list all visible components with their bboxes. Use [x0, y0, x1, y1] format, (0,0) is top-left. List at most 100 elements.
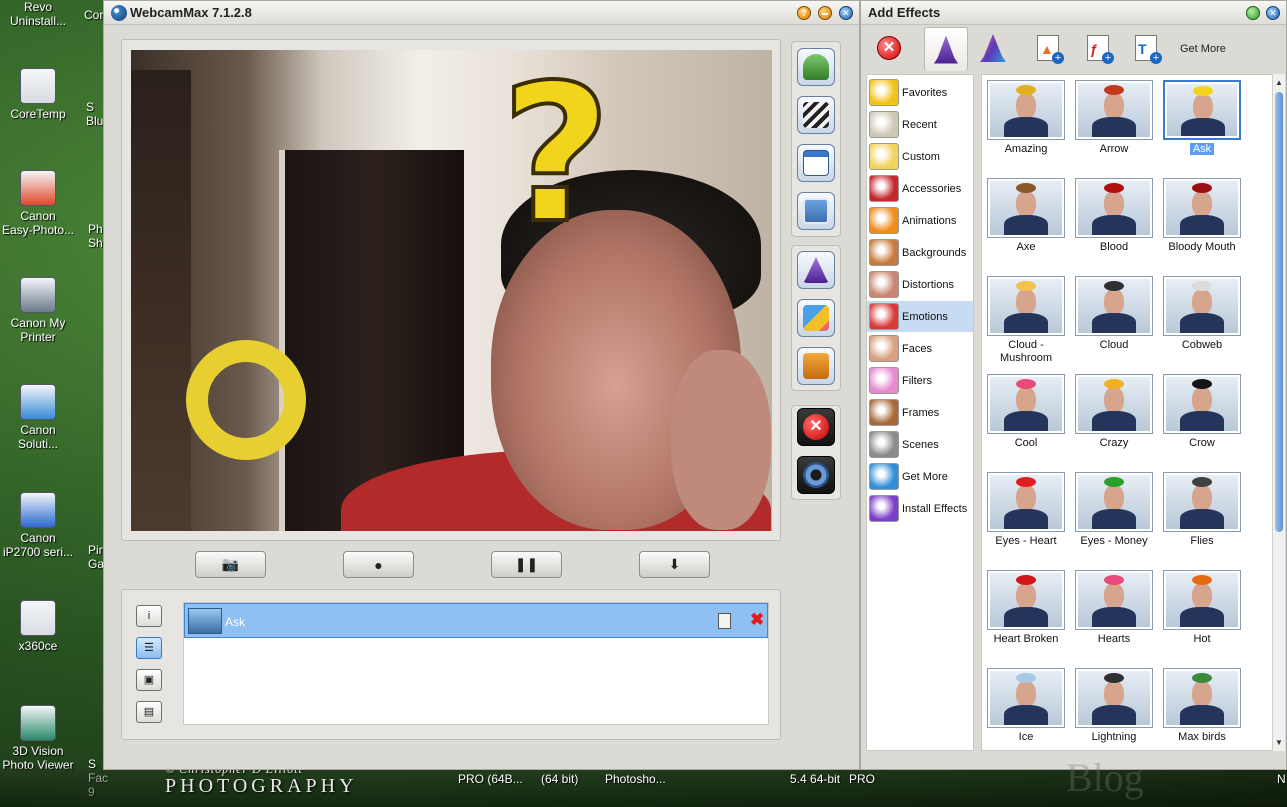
minimize-button[interactable]	[818, 6, 832, 20]
add-flash-effect-button[interactable]: ƒ +	[1081, 31, 1115, 65]
film-toggle[interactable]: ▤	[136, 701, 162, 723]
add-text-effect-button[interactable]: T +	[1129, 31, 1163, 65]
scrollbar-thumb[interactable]	[1275, 92, 1283, 532]
effect-tile-hearts[interactable]: Hearts	[1073, 570, 1155, 646]
effect-tile-amazing[interactable]: Amazing	[985, 80, 1067, 156]
effect-tile-cool[interactable]: Cool	[985, 374, 1067, 450]
canon-my-printer-icon[interactable]: Canon My Printer	[0, 277, 76, 344]
category-accessories[interactable]: Accessories	[867, 173, 973, 204]
effects-tab[interactable]	[924, 27, 968, 71]
canon-solution-icon[interactable]: Canon Soluti...	[0, 384, 76, 451]
effect-label: Eyes - Money	[1073, 535, 1155, 548]
snapshot-button[interactable]: 📷	[195, 551, 266, 578]
category-emotions[interactable]: Emotions	[867, 301, 973, 332]
category-frames[interactable]: Frames	[867, 397, 973, 428]
effect-tile-blood[interactable]: Blood	[1073, 178, 1155, 254]
revo-uninstaller-icon[interactable]: Revo Uninstall...	[0, 0, 76, 28]
coretemp-icon[interactable]: CoreTemp	[0, 68, 76, 121]
3d-vision-photo-viewer-icon[interactable]: 3D Vision Photo Viewer	[0, 705, 76, 772]
close-button[interactable]: ✕	[839, 6, 853, 20]
effect-tile-ice[interactable]: Ice	[985, 668, 1067, 744]
effect-tile-eyes-money[interactable]: Eyes - Money	[1073, 472, 1155, 548]
category-custom[interactable]: Custom	[867, 141, 973, 172]
taskbar-item[interactable]: PRO (64B...	[458, 772, 523, 786]
picture-in-picture-button[interactable]	[797, 192, 835, 230]
category-get-more[interactable]: Get More	[867, 461, 973, 492]
applied-effect-row[interactable]: Ask ✖	[184, 603, 768, 638]
effect-tile-ask[interactable]: Ask	[1161, 80, 1243, 156]
category-faces[interactable]: Faces	[867, 333, 973, 364]
video-button[interactable]	[797, 96, 835, 134]
scroll-up-icon[interactable]: ▲	[1273, 76, 1285, 89]
category-favorites[interactable]: Favorites	[867, 77, 973, 108]
canon-ip2700-icon[interactable]: Canon iP2700 seri...	[0, 492, 76, 559]
add-effects-titlebar[interactable]: Add Effects ✕	[861, 1, 1286, 25]
taskbar-item[interactable]: PRO	[849, 772, 875, 786]
category-distortions[interactable]: Distortions	[867, 269, 973, 300]
get-more-link[interactable]: Get More	[1180, 43, 1226, 55]
category-scenes[interactable]: Scenes	[867, 429, 973, 460]
effect-tile-lightning[interactable]: Lightning	[1073, 668, 1155, 744]
effect-tile-cloud[interactable]: Cloud	[1073, 276, 1155, 352]
effects-scrollbar[interactable]: ▲ ▼	[1272, 74, 1285, 751]
help-button[interactable]	[797, 6, 811, 20]
canon-easy-photo-icon[interactable]: Canon Easy-Photo...	[0, 170, 76, 237]
remove-all-effects-button[interactable]: ✕	[872, 31, 906, 65]
draw-button[interactable]	[797, 299, 835, 337]
multi-effects-tab[interactable]	[976, 31, 1010, 65]
add-effects-button[interactable]	[797, 251, 835, 289]
effect-tile-max-birds[interactable]: Max birds	[1161, 668, 1243, 744]
webcam-preview[interactable]: ?	[131, 50, 772, 531]
effect-tile-hot[interactable]: Hot	[1161, 570, 1243, 646]
scroll-down-icon[interactable]: ▼	[1273, 736, 1285, 749]
add-image-effect-button[interactable]: ▲ +	[1031, 31, 1065, 65]
record-button[interactable]: ●	[343, 551, 414, 578]
settings-button[interactable]	[797, 456, 835, 494]
face-thumbnail-icon	[1078, 83, 1150, 137]
effect-tile-bloody-mouth[interactable]: Bloody Mouth	[1161, 178, 1243, 254]
taskbar-item[interactable]: N	[1277, 772, 1286, 786]
taskbar-item[interactable]: Photosho...	[605, 772, 666, 786]
effect-tile-flies[interactable]: Flies	[1161, 472, 1243, 548]
clipboard-icon[interactable]	[718, 613, 731, 629]
effect-label: Cloud	[1073, 339, 1155, 352]
remove-effect-icon[interactable]: ✖	[750, 610, 764, 630]
picture-toggle[interactable]: ▣	[136, 669, 162, 691]
effect-tile-axe[interactable]: Axe	[985, 178, 1067, 254]
pause-button[interactable]: ❚❚	[491, 551, 562, 578]
effect-tile-cloud-mushroom[interactable]: Cloud - Mushroom	[985, 276, 1067, 365]
info-toggle[interactable]: i	[136, 605, 162, 627]
ae-close-button[interactable]: ✕	[1266, 6, 1280, 20]
effect-tile-heart-broken[interactable]: Heart Broken	[985, 570, 1067, 646]
category-animations[interactable]: Animations	[867, 205, 973, 236]
effects-grid[interactable]: Amazing Arrow Ask Axe Blood Bloody Mouth Cloud…	[981, 74, 1273, 751]
effect-tile-crow[interactable]: Crow	[1161, 374, 1243, 450]
category-backgrounds[interactable]: Backgrounds	[867, 237, 973, 268]
category-filters[interactable]: Filters	[867, 365, 973, 396]
effect-tile-eyes-heart[interactable]: Eyes - Heart	[985, 472, 1067, 548]
x360ce-icon[interactable]: x360ce	[0, 600, 76, 653]
category-install-effects[interactable]: Install Effects	[867, 493, 973, 524]
effects-list-toggle[interactable]: ☰	[136, 637, 162, 659]
user-profile-button[interactable]	[797, 48, 835, 86]
download-button[interactable]: ⬇	[639, 551, 710, 578]
webcammax-titlebar[interactable]: WebcamMax 7.1.2.8 ✕	[104, 1, 859, 25]
effect-box-button[interactable]	[797, 347, 835, 385]
effect-label: Blood	[1073, 241, 1155, 254]
partial-desktop-icon[interactable]: Core	[84, 8, 104, 22]
taskbar-item[interactable]: (64 bit)	[541, 772, 578, 786]
category-recent[interactable]: Recent	[867, 109, 973, 140]
category-list[interactable]: Favorites Recent Custom Accessories Animatio…	[866, 74, 974, 751]
ae-help-button[interactable]	[1246, 6, 1260, 20]
effect-tile-arrow[interactable]: Arrow	[1073, 80, 1155, 156]
category-label: Install Effects	[902, 503, 968, 515]
category-label: Scenes	[902, 439, 939, 451]
taskbar-item[interactable]: 5.4 64-bit	[790, 772, 840, 786]
effect-tile-crazy[interactable]: Crazy	[1073, 374, 1155, 450]
applied-effects-list[interactable]: Ask ✖	[183, 602, 769, 725]
stop-button[interactable]: ✕	[797, 408, 835, 446]
effect-thumbnail	[1075, 276, 1153, 336]
effect-label-text: Crazy	[1099, 437, 1129, 449]
window-mode-button[interactable]	[797, 144, 835, 182]
effect-tile-cobweb[interactable]: Cobweb	[1161, 276, 1243, 352]
